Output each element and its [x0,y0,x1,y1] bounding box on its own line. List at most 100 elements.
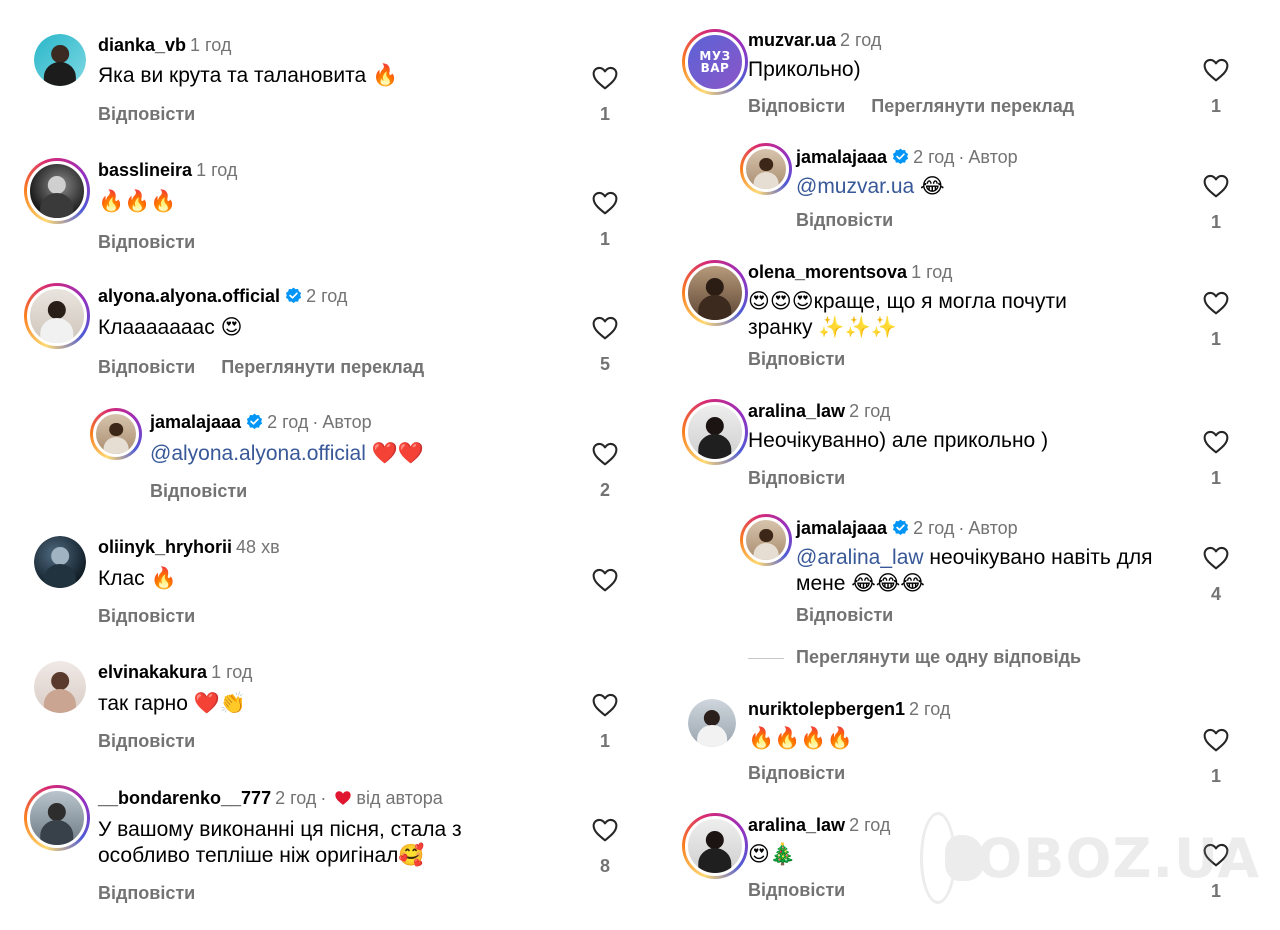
heart-icon[interactable] [1203,174,1229,198]
reply-button[interactable]: Відповісти [748,96,845,116]
reply-text: @alyona.alyona.official ❤️❤️ [150,441,424,467]
mention-link[interactable]: @aralina_law [796,546,924,569]
reply-text-body: 😂 [914,175,945,198]
avatar[interactable] [740,514,792,566]
comment-actions: Відповісти [748,468,845,489]
username[interactable]: dianka_vb [98,35,186,55]
comment-meta: aralina_law 2 год [748,815,890,836]
timestamp: 2 год [849,815,891,835]
reply-button[interactable]: Відповісти [748,468,845,488]
timestamp: 2 год [840,30,882,50]
like-control: 2 [590,442,620,501]
avatar[interactable] [682,260,748,326]
heart-icon[interactable] [1203,430,1229,454]
reply-meta: jamalajaaa 2 год · Автор [796,147,1018,168]
comment-text: 🔥🔥🔥 [98,190,177,213]
mention-link[interactable]: @muzvar.ua [796,175,914,198]
like-count: 1 [1210,766,1221,786]
reply-button[interactable]: Відповісти [98,883,195,903]
avatar[interactable] [90,408,142,460]
like-count: 1 [599,104,610,124]
heart-icon[interactable] [1203,728,1229,752]
reply-meta: jamalajaaa 2 год · Автор [796,518,1018,539]
username[interactable]: nuriktolepbergen1 [748,699,905,719]
heart-icon[interactable] [592,568,618,592]
mention-link[interactable]: @alyona.alyona.official [150,442,366,465]
reply-button[interactable]: Відповісти [98,606,195,626]
comment-meta: aralina_law 2 год [748,401,890,422]
username[interactable]: jamalajaaa [150,412,241,432]
reply-button[interactable]: Відповісти [748,349,845,369]
avatar[interactable] [34,536,86,588]
username[interactable]: aralina_law [748,401,845,421]
timestamp: 2 год [913,518,955,538]
avatar[interactable] [24,158,90,224]
heart-icon[interactable] [592,316,618,340]
comment-meta: dianka_vb 1 год [98,35,231,56]
username[interactable]: elvinakakura [98,662,207,682]
like-count: 1 [599,731,610,751]
heart-icon[interactable] [592,191,618,215]
avatar[interactable] [24,283,90,349]
timestamp: 2 год [267,412,309,432]
reply-button[interactable]: Відповісти [796,605,893,625]
reply-button[interactable]: Відповісти [748,763,845,783]
comment-actions: Відповісти [98,606,195,627]
avatar[interactable] [740,143,792,195]
username[interactable]: alyona.alyona.official [98,286,280,306]
comment-meta: alyona.alyona.official 2 год [98,286,347,307]
comment-text-line: особливо тепліше ніж оригінал🥰 [98,844,425,867]
username[interactable]: oliinyk_hryhorii [98,537,232,557]
comment-actions: Відповісти [98,883,195,904]
comment-actions: Відповісти [748,880,845,901]
comment-text: У вашому виконанні ця пісня, стала з осо… [98,817,462,869]
username[interactable]: __bondarenko__777 [98,788,271,808]
heart-icon[interactable] [592,818,618,842]
reply-text: @muzvar.ua 😂 [796,174,945,200]
translate-button[interactable]: Переглянути переклад [221,357,424,377]
reply-button[interactable]: Відповісти [748,880,845,900]
heart-icon[interactable] [592,442,618,466]
reply-button[interactable]: Відповісти [98,357,195,377]
like-count: 1 [1210,329,1221,349]
comment-actions: Відповісти [98,731,195,752]
timestamp: 1 год [190,35,232,55]
divider-line [748,657,784,659]
username[interactable]: aralina_law [748,815,845,835]
reply-actions: Відповісти [796,210,893,231]
comments-column-left: dianka_vb 1 год Яка ви крута та талановит… [0,0,640,930]
reply-button[interactable]: Відповісти [98,232,195,252]
reply-button[interactable]: Відповісти [98,104,195,124]
username[interactable]: jamalajaaa [796,147,887,167]
heart-icon[interactable] [592,693,618,717]
timestamp: 2 год [275,788,317,808]
comment-text: Клас 🔥 [98,567,177,590]
comment-text: 😍😍😍краще, що я могла почути зранку ✨✨✨ [748,289,1067,341]
translate-button[interactable]: Переглянути переклад [871,96,1074,116]
reply-button[interactable]: Відповісти [796,210,893,230]
heart-icon[interactable] [1203,291,1229,315]
avatar[interactable] [34,34,86,86]
avatar[interactable] [682,813,748,879]
username[interactable]: jamalajaaa [796,518,887,538]
globe-icon [920,812,986,904]
avatar[interactable]: МУЗ ВАР [682,29,748,95]
avatar[interactable] [34,661,86,713]
heart-icon[interactable] [1203,546,1229,570]
reply-button[interactable]: Відповісти [150,481,247,501]
avatar[interactable] [688,699,736,747]
from-author-label: від автора [356,788,443,808]
separator-dot: · [958,518,965,538]
separator-dot: · [312,412,319,432]
heart-icon[interactable] [1203,58,1229,82]
reply-button[interactable]: Відповісти [98,731,195,751]
username[interactable]: muzvar.ua [748,30,836,50]
username[interactable]: olena_morentsova [748,262,907,282]
comment-text: так гарно ❤️👏 [98,692,247,715]
avatar[interactable] [682,399,748,465]
comment-text: Яка ви крута та талановита 🔥 [98,64,399,87]
heart-icon[interactable] [592,66,618,90]
username[interactable]: basslineira [98,160,192,180]
avatar[interactable] [24,785,90,851]
view-more-replies-button[interactable]: Переглянути ще одну відповідь [748,647,1081,668]
